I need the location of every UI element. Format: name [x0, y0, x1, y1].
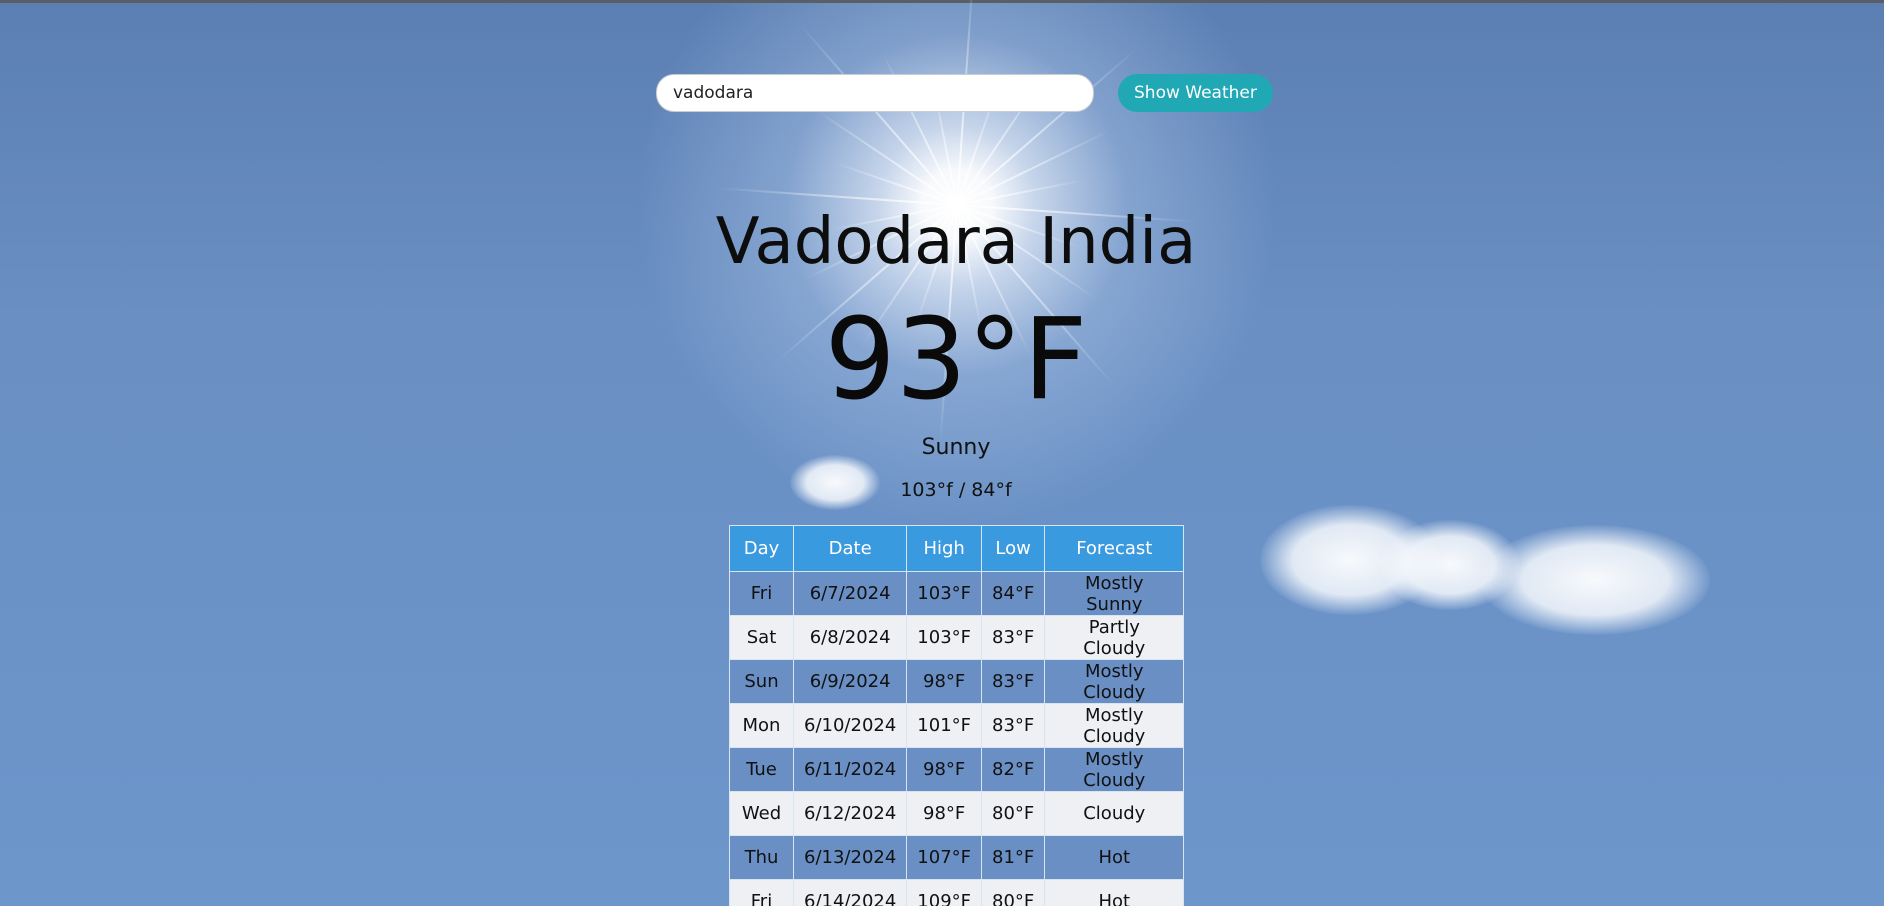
cell-date: 6/14/2024 [792, 879, 908, 906]
weather-page: Show Weather Vadodara India 93°F Sunny 1… [0, 0, 1884, 906]
cell-date: 6/8/2024 [792, 615, 908, 660]
show-weather-button[interactable]: Show Weather [1118, 74, 1273, 112]
table-row: Fri 6/7/2024 103°F 84°F Mostly Sunny [729, 571, 1185, 616]
cell-day: Sat [729, 615, 794, 660]
cell-day: Fri [729, 879, 794, 906]
city-search-input[interactable] [656, 74, 1094, 112]
cell-forecast: Mostly Cloudy [1044, 703, 1185, 748]
cell-high: 101°F [906, 703, 983, 748]
table-row: Thu 6/13/2024 107°F 81°F Hot [729, 835, 1185, 880]
cell-day: Fri [729, 571, 794, 616]
cell-forecast: Hot [1044, 879, 1185, 906]
cell-low: 81°F [981, 835, 1046, 880]
location-title: Vadodara India [715, 205, 1197, 279]
cell-low: 80°F [981, 879, 1046, 906]
cell-low: 83°F [981, 615, 1046, 660]
cell-low: 80°F [981, 791, 1046, 836]
cell-day: Tue [729, 747, 794, 792]
cell-high: 98°F [906, 659, 983, 704]
cell-forecast: Cloudy [1044, 791, 1185, 836]
cell-day: Sun [729, 659, 794, 704]
header-date: Date [792, 525, 908, 572]
table-row: Sun 6/9/2024 98°F 83°F Mostly Cloudy [729, 659, 1185, 704]
cell-forecast: Mostly Cloudy [1044, 747, 1185, 792]
cell-forecast: Partly Cloudy [1044, 615, 1185, 660]
high-low-temperature: 103°f / 84°f [900, 479, 1012, 501]
cell-low: 84°F [981, 571, 1046, 616]
forecast-header-row: Day Date High Low Forecast [729, 525, 1185, 572]
header-low: Low [981, 525, 1046, 572]
cell-day: Wed [729, 791, 794, 836]
cell-forecast: Mostly Cloudy [1044, 659, 1185, 704]
header-forecast: Forecast [1044, 525, 1185, 572]
header-high: High [906, 525, 983, 572]
cell-date: 6/11/2024 [792, 747, 908, 792]
cloud-decoration [1480, 525, 1710, 635]
cell-low: 83°F [981, 703, 1046, 748]
header-day: Day [729, 525, 794, 572]
cell-day: Mon [729, 703, 794, 748]
table-row: Tue 6/11/2024 98°F 82°F Mostly Cloudy [729, 747, 1185, 792]
cell-low: 82°F [981, 747, 1046, 792]
table-row: Sat 6/8/2024 103°F 83°F Partly Cloudy [729, 615, 1185, 660]
cell-date: 6/10/2024 [792, 703, 908, 748]
cell-date: 6/13/2024 [792, 835, 908, 880]
table-row: Mon 6/10/2024 101°F 83°F Mostly Cloudy [729, 703, 1185, 748]
cell-high: 98°F [906, 791, 983, 836]
forecast-table: Day Date High Low Forecast Fri 6/7/2024 … [729, 525, 1185, 906]
current-temperature: 93°F [824, 295, 1088, 425]
cell-day: Thu [729, 835, 794, 880]
table-row: Fri 6/14/2024 109°F 80°F Hot [729, 879, 1185, 906]
table-row: Wed 6/12/2024 98°F 80°F Cloudy [729, 791, 1185, 836]
cell-low: 83°F [981, 659, 1046, 704]
cell-date: 6/12/2024 [792, 791, 908, 836]
cell-high: 103°F [906, 571, 983, 616]
cell-high: 98°F [906, 747, 983, 792]
cell-high: 107°F [906, 835, 983, 880]
current-condition: Sunny [921, 435, 991, 460]
cell-high: 109°F [906, 879, 983, 906]
cell-forecast: Mostly Sunny [1044, 571, 1185, 616]
cell-date: 6/9/2024 [792, 659, 908, 704]
search-bar: Show Weather [656, 74, 1273, 112]
cell-date: 6/7/2024 [792, 571, 908, 616]
cell-high: 103°F [906, 615, 983, 660]
cell-forecast: Hot [1044, 835, 1185, 880]
